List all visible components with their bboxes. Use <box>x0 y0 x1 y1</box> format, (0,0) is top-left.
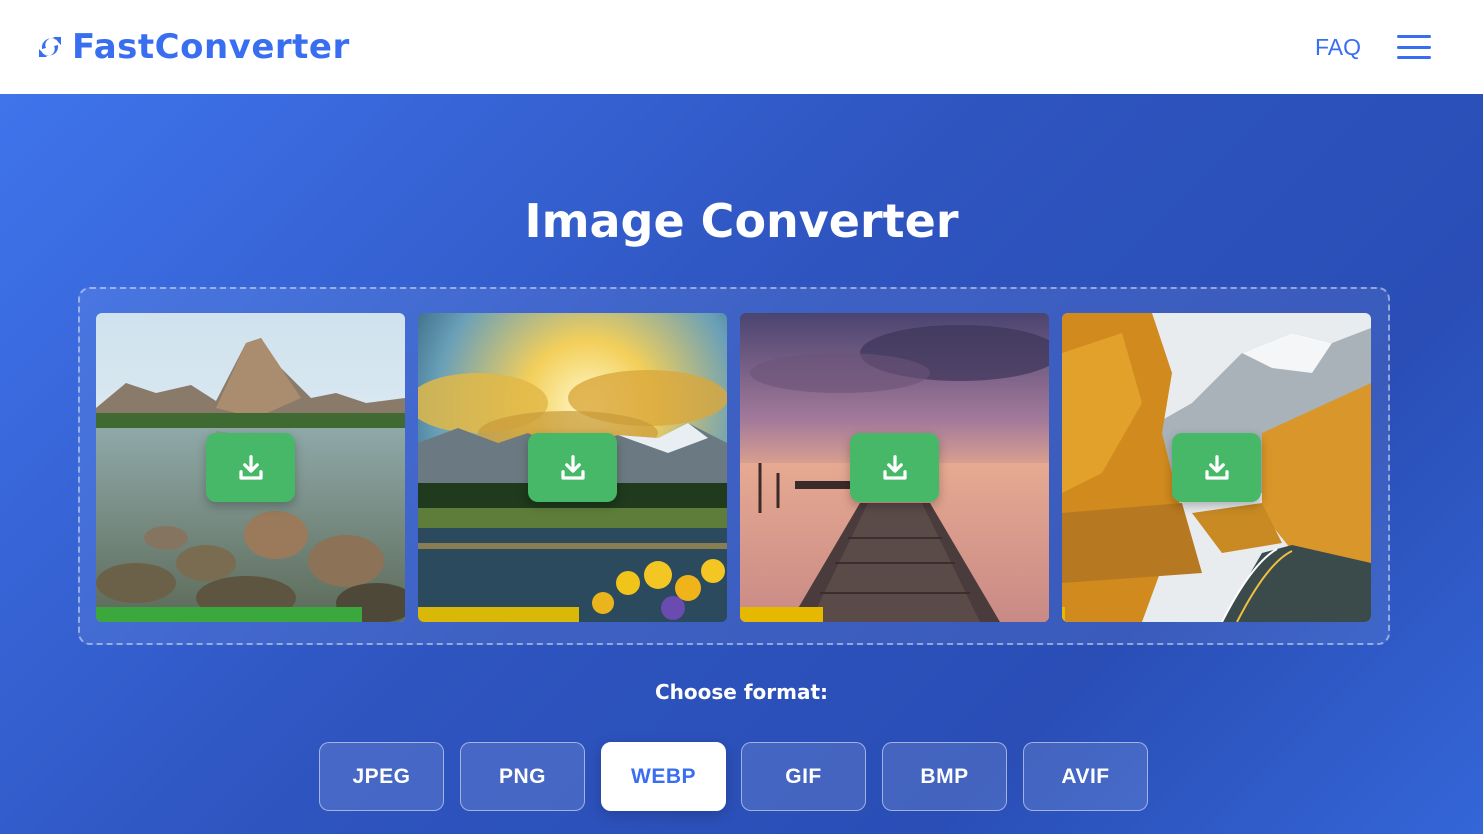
download-button[interactable] <box>1172 433 1261 502</box>
conversion-progress-bar <box>740 607 1049 622</box>
main-section: Image Converter Choose format: JPEG PNG … <box>0 94 1483 834</box>
conversion-progress-bar <box>418 607 727 622</box>
brand-name: FastConverter <box>72 27 350 67</box>
format-button-avif[interactable]: AVIF <box>1023 742 1148 811</box>
download-button[interactable] <box>850 433 939 502</box>
image-card <box>1062 313 1371 622</box>
format-button-png[interactable]: PNG <box>460 742 585 811</box>
download-button[interactable] <box>206 433 295 502</box>
format-button-gif[interactable]: GIF <box>741 742 866 811</box>
progress-fill <box>740 607 824 622</box>
download-icon <box>238 454 263 480</box>
format-label: Choose format: <box>654 680 829 704</box>
conversion-progress-bar <box>1062 607 1371 622</box>
download-icon <box>882 454 907 480</box>
download-icon <box>1204 454 1229 480</box>
format-button-webp[interactable]: WEBP <box>601 742 726 811</box>
download-button[interactable] <box>528 433 617 502</box>
image-dropzone[interactable] <box>78 287 1390 645</box>
refresh-bolt-icon <box>39 37 61 57</box>
page-title: Image Converter <box>524 194 959 248</box>
faq-link[interactable]: FAQ <box>1315 34 1361 61</box>
progress-fill <box>418 607 579 622</box>
image-card <box>418 313 727 622</box>
progress-fill <box>1062 607 1066 622</box>
site-header: FastConverter FAQ <box>0 0 1483 94</box>
download-icon <box>560 454 585 480</box>
conversion-progress-bar <box>96 607 405 622</box>
format-button-bmp[interactable]: BMP <box>882 742 1007 811</box>
hamburger-menu-icon[interactable] <box>1397 35 1431 59</box>
progress-fill <box>96 607 362 622</box>
image-card <box>740 313 1049 622</box>
brand-logo[interactable]: FastConverter <box>36 27 350 67</box>
format-button-jpeg[interactable]: JPEG <box>319 742 444 811</box>
image-card <box>96 313 405 622</box>
